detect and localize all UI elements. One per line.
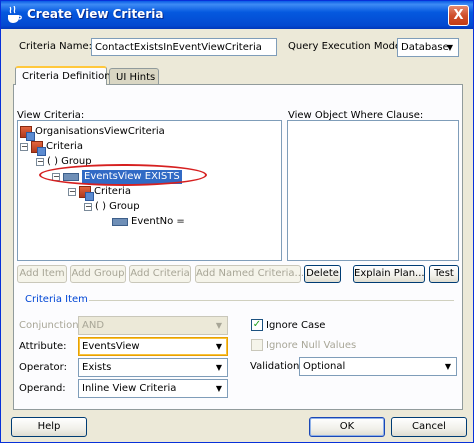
collapse-icon[interactable]: − bbox=[84, 202, 92, 211]
add-criteria-button[interactable]: Add Criteria bbox=[129, 265, 191, 283]
query-mode-value: Database bbox=[401, 42, 449, 53]
criteria-name-label: Criteria Name: bbox=[19, 41, 93, 52]
criteria-tree[interactable]: OrganisationsViewCriteria − Criteria − (… bbox=[17, 120, 282, 261]
tab-criteria-definition[interactable]: Criteria Definition bbox=[15, 66, 111, 85]
criteria-icon bbox=[31, 140, 46, 156]
group-divider bbox=[89, 300, 454, 301]
test-button[interactable]: Test bbox=[429, 265, 459, 283]
window-title: Create View Criteria bbox=[27, 7, 164, 21]
validation-select[interactable]: Optional ▼ bbox=[299, 357, 457, 376]
chevron-down-icon: ▼ bbox=[215, 321, 223, 330]
criteria-item-title: Criteria Item bbox=[25, 294, 88, 305]
add-named-criteria-button[interactable]: Add Named Criteria... bbox=[195, 265, 304, 283]
conjunction-label: Conjunction: bbox=[19, 320, 82, 331]
query-mode-select[interactable]: Database ▼ bbox=[397, 38, 459, 57]
add-item-button[interactable]: Add Item bbox=[17, 265, 67, 283]
ignore-null-label: Ignore Null Values bbox=[266, 340, 357, 351]
operator-value: Exists bbox=[82, 362, 112, 373]
tree-node-eventno[interactable]: EventNo = bbox=[112, 214, 185, 229]
tree-node-root[interactable]: OrganisationsViewCriteria bbox=[20, 124, 165, 141]
criteria-icon bbox=[79, 185, 94, 201]
tree-node-label: ( ) Group bbox=[95, 200, 140, 212]
ok-button[interactable]: OK bbox=[309, 417, 385, 437]
java-cup-icon bbox=[8, 6, 22, 23]
operand-select[interactable]: Inline View Criteria ▼ bbox=[78, 379, 228, 398]
conjunction-select[interactable]: AND ▼ bbox=[78, 316, 228, 335]
view-criteria-icon bbox=[20, 125, 35, 141]
chevron-down-icon: ▼ bbox=[215, 342, 223, 351]
collapse-icon[interactable]: − bbox=[36, 157, 44, 166]
ignore-case-checkbox[interactable]: ✓ bbox=[251, 319, 263, 331]
attribute-value: EventsView bbox=[82, 341, 140, 352]
collapse-icon[interactable]: − bbox=[68, 187, 76, 196]
chevron-down-icon: ▼ bbox=[444, 362, 452, 371]
tree-node-group-nested[interactable]: − ( ) Group bbox=[84, 199, 140, 214]
explain-plan-button[interactable]: Explain Plan... bbox=[353, 265, 425, 283]
tree-node-label: Criteria bbox=[94, 185, 131, 197]
attribute-select[interactable]: EventsView ▼ bbox=[78, 337, 228, 356]
validation-value: Optional bbox=[303, 361, 346, 372]
conjunction-value: AND bbox=[82, 320, 105, 331]
tree-node-label: Criteria bbox=[46, 140, 83, 152]
tree-node-criteria[interactable]: − Criteria bbox=[20, 139, 83, 156]
operand-value: Inline View Criteria bbox=[82, 383, 177, 394]
row-icon bbox=[112, 217, 128, 226]
delete-button[interactable]: Delete bbox=[304, 265, 341, 283]
operator-select[interactable]: Exists ▼ bbox=[78, 358, 228, 377]
tree-node-criteria-nested[interactable]: − Criteria bbox=[68, 184, 131, 201]
where-clause-area[interactable] bbox=[287, 120, 459, 261]
title-bar: Create View Criteria X bbox=[1, 1, 473, 29]
chevron-down-icon: ▼ bbox=[446, 43, 454, 52]
tree-node-label: OrganisationsViewCriteria bbox=[35, 125, 165, 137]
criteria-name-input[interactable]: ContactExistsInEventViewCriteria bbox=[91, 38, 277, 56]
cancel-button[interactable]: Cancel bbox=[391, 417, 467, 437]
tree-node-label: EventNo = bbox=[131, 215, 185, 227]
validation-label: Validation: bbox=[250, 361, 303, 372]
ignore-case-label: Ignore Case bbox=[266, 320, 326, 331]
tab-ui-hints[interactable]: UI Hints bbox=[109, 68, 159, 84]
create-view-criteria-dialog: Create View Criteria X Criteria Name: Co… bbox=[0, 0, 474, 443]
highlight-ellipse bbox=[39, 164, 207, 186]
query-mode-label: Query Execution Mode: bbox=[288, 41, 405, 52]
close-button[interactable]: X bbox=[448, 5, 469, 26]
help-button[interactable]: Help bbox=[11, 417, 87, 437]
attribute-label: Attribute: bbox=[19, 341, 67, 352]
chevron-down-icon: ▼ bbox=[215, 384, 223, 393]
chevron-down-icon: ▼ bbox=[215, 363, 223, 372]
collapse-icon[interactable]: − bbox=[20, 142, 28, 151]
add-group-button[interactable]: Add Group bbox=[70, 265, 126, 283]
ignore-null-checkbox[interactable] bbox=[251, 339, 263, 351]
operand-label: Operand: bbox=[19, 383, 66, 394]
operator-label: Operator: bbox=[19, 362, 67, 373]
